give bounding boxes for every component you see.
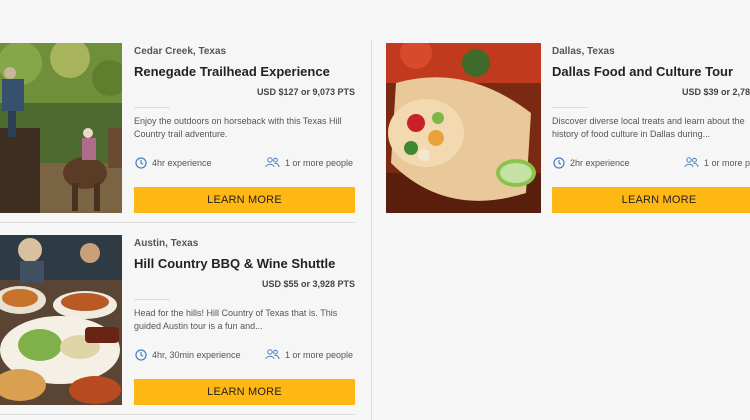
separator	[552, 107, 588, 108]
listing-card-renegade-trailhead: Cedar Creek, Texas Renegade Trailhead Ex…	[0, 43, 355, 223]
card-separator	[0, 222, 355, 223]
listing-description: Head for the hills! Hill Country of Texa…	[134, 308, 338, 331]
horseback-riders-photo[interactable]	[0, 43, 122, 213]
duration-info: 2hr experience	[553, 157, 630, 169]
listing-title[interactable]: Hill Country BBQ & Wine Shuttle	[134, 256, 335, 271]
group-size-info: 1 or more p	[684, 157, 750, 168]
people-icon	[684, 157, 699, 168]
duration-info: 4hr, 30min experience	[135, 349, 241, 361]
listing-price: USD $39 or 2,78	[681, 87, 750, 97]
clock-icon	[135, 349, 147, 361]
separator	[134, 299, 170, 300]
column-divider	[371, 40, 372, 420]
listing-description: Discover diverse local treats and learn …	[552, 116, 745, 139]
separator	[134, 107, 170, 108]
learn-more-button[interactable]: LEARN MORE	[134, 379, 355, 405]
card-separator	[0, 414, 355, 415]
listing-location: Cedar Creek, Texas	[134, 46, 227, 57]
listing-title[interactable]: Renegade Trailhead Experience	[134, 64, 330, 79]
listing-description: Enjoy the outdoors on horseback with thi…	[134, 116, 342, 139]
people-icon	[265, 157, 280, 168]
burrito-photo[interactable]	[386, 43, 541, 213]
clock-icon	[135, 157, 147, 169]
listing-card-hill-country-bbq: Austin, Texas Hill Country BBQ & Wine Sh…	[0, 235, 355, 415]
clock-icon	[553, 157, 565, 169]
listing-title[interactable]: Dallas Food and Culture Tour	[552, 64, 733, 79]
listing-card-dallas-food: Dallas, Texas Dallas Food and Culture To…	[386, 43, 750, 223]
group-size-info: 1 or more people	[265, 349, 353, 360]
bbq-platter-photo[interactable]	[0, 235, 122, 405]
listing-location: Dallas, Texas	[552, 46, 615, 57]
listing-price: USD $127 or 9,073 PTS	[256, 87, 355, 97]
listing-price: USD $55 or 3,928 PTS	[261, 279, 355, 289]
learn-more-button[interactable]: LEARN MORE	[552, 187, 750, 213]
people-icon	[265, 349, 280, 360]
group-size-info: 1 or more people	[265, 157, 353, 168]
learn-more-button[interactable]: LEARN MORE	[134, 187, 355, 213]
listing-location: Austin, Texas	[134, 238, 199, 249]
duration-info: 4hr experience	[135, 157, 212, 169]
